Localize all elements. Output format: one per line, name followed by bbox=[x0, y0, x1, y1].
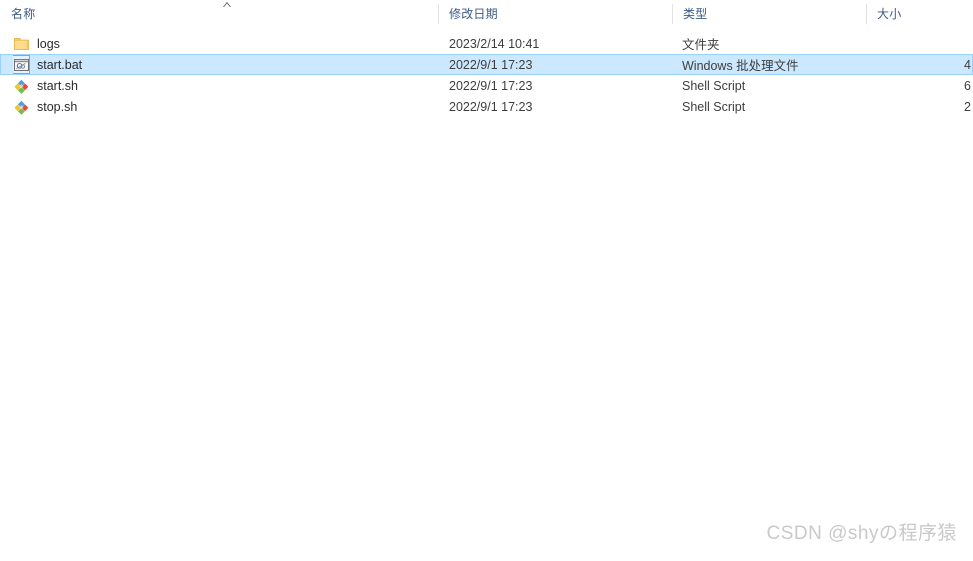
file-name-label: start.sh bbox=[37, 78, 78, 93]
cell-file-size bbox=[867, 34, 972, 53]
column-header-size[interactable]: 大小 bbox=[866, 0, 901, 27]
column-header-type[interactable]: 类型 bbox=[672, 0, 707, 27]
cell-name: start.sh bbox=[13, 76, 433, 95]
cell-modified-date: 2023/2/14 10:41 bbox=[449, 36, 540, 51]
file-name-label: stop.sh bbox=[37, 99, 78, 114]
cell-file-type: Windows 批处理文件 bbox=[682, 59, 799, 73]
column-header-name[interactable]: 名称 bbox=[0, 0, 35, 27]
watermark-text: CSDN @shyの程序猿 bbox=[766, 523, 957, 544]
table-row[interactable]: start.sh 2022/9/1 17:23 Shell Script 6 bbox=[0, 75, 973, 96]
cell-file-type: Shell Script bbox=[682, 99, 746, 114]
cell-name: stop.sh bbox=[13, 97, 433, 116]
file-name-label: start.bat bbox=[37, 57, 83, 72]
cell-modified-date: 2022/9/1 17:23 bbox=[449, 99, 533, 114]
shell-script-icon bbox=[13, 78, 30, 94]
cell-file-type: Shell Script bbox=[682, 78, 746, 93]
column-header-name-label: 名称 bbox=[11, 7, 36, 21]
file-rows: logs 2023/2/14 10:41 文件夹 start.bat 2022/… bbox=[0, 33, 973, 117]
cell-file-size: 4 bbox=[964, 57, 971, 72]
table-row-selected[interactable]: start.bat 2022/9/1 17:23 Windows 批处理文件 4 bbox=[0, 54, 973, 75]
column-header-modified[interactable]: 修改日期 bbox=[438, 0, 498, 27]
batch-file-icon bbox=[13, 55, 30, 74]
shell-script-icon bbox=[13, 99, 30, 115]
column-header-modified-label: 修改日期 bbox=[449, 7, 498, 21]
file-name-label: logs bbox=[37, 36, 60, 51]
cell-file-size: 6 bbox=[964, 78, 971, 93]
file-list-view[interactable]: 名称 修改日期 类型 大小 logs 2023/2/14 10:41 文件夹 s… bbox=[0, 0, 973, 561]
cell-modified-date: 2022/9/1 17:23 bbox=[449, 57, 533, 72]
cell-file-size: 2 bbox=[964, 99, 971, 114]
cell-modified-date: 2022/9/1 17:23 bbox=[449, 78, 533, 93]
folder-icon bbox=[13, 36, 30, 52]
sort-ascending-icon bbox=[220, 0, 234, 9]
column-header-size-label: 大小 bbox=[877, 7, 902, 21]
cell-file-type: 文件夹 bbox=[682, 38, 720, 52]
cell-name: start.bat bbox=[13, 55, 433, 74]
column-header-type-label: 类型 bbox=[683, 7, 708, 21]
column-header-row: 名称 修改日期 类型 大小 bbox=[0, 0, 973, 27]
table-row[interactable]: logs 2023/2/14 10:41 文件夹 bbox=[0, 33, 973, 54]
cell-name: logs bbox=[13, 34, 433, 53]
table-row[interactable]: stop.sh 2022/9/1 17:23 Shell Script 2 bbox=[0, 96, 973, 117]
